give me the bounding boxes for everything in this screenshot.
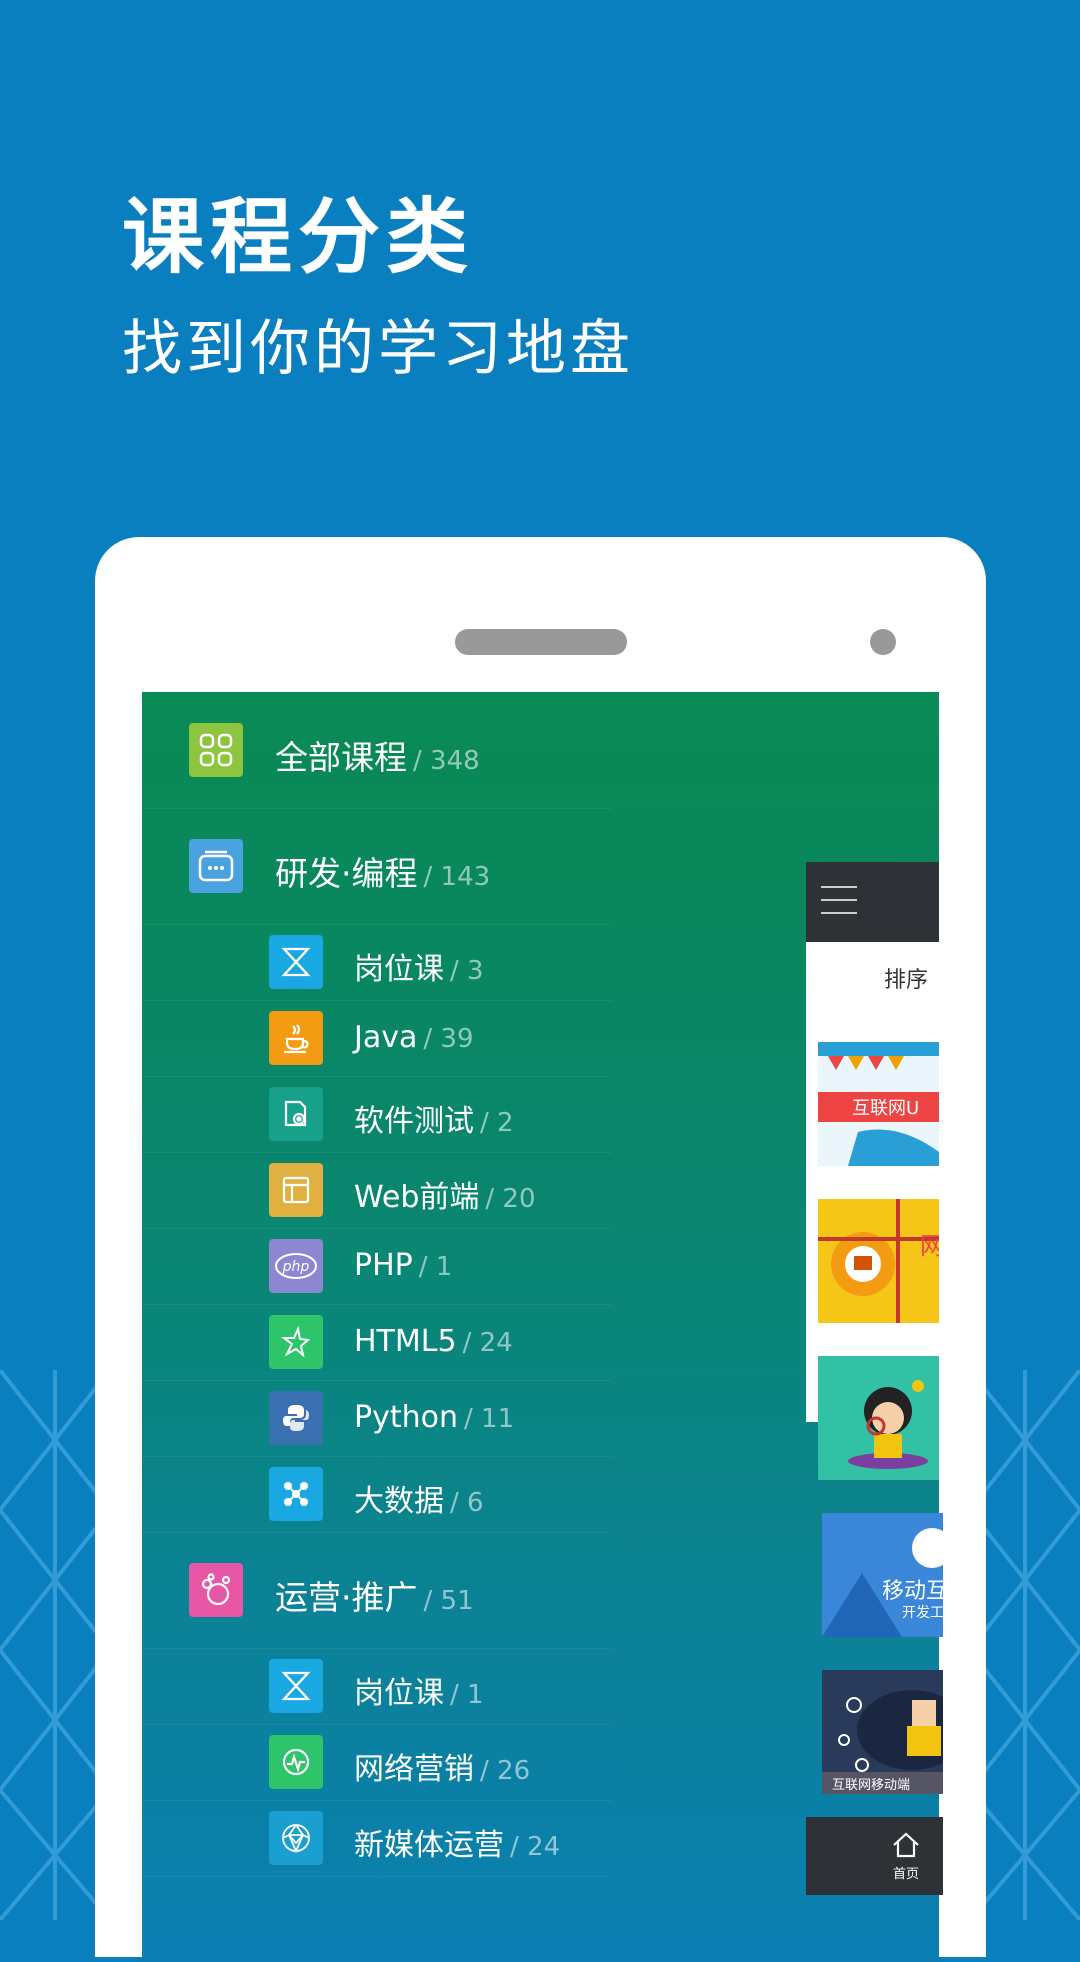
course-thumbnail[interactable]: 互联网移动端 — [822, 1670, 943, 1794]
thumbnail-caption: 移动互 — [882, 1579, 943, 1604]
hamburger-menu-icon[interactable] — [821, 886, 857, 918]
hero-subtitle: 找到你的学习地盘 — [122, 314, 634, 384]
layout-icon — [269, 1163, 323, 1217]
menu-subitem-job-course-ops[interactable]: 岗位课/ 1 — [142, 1648, 612, 1725]
menu-group-label: 研发·编程/ 143 — [275, 854, 491, 893]
nav-home-label: 首页 — [892, 1867, 919, 1882]
menu-subitem-html5[interactable]: HTML5/ 24 — [142, 1304, 612, 1381]
menu-item-label: 全部课程/ 348 — [275, 738, 480, 777]
star-icon — [269, 1315, 323, 1369]
menu-subitem-label: 网络营销/ 26 — [354, 1752, 531, 1787]
course-thumbnail[interactable]: 移动互 开发工 — [822, 1513, 943, 1637]
thumbnail-subcaption: 开发工 — [902, 1605, 943, 1621]
phone-speaker — [455, 629, 627, 655]
menu-subitem-software-testing[interactable]: 软件测试/ 2 — [142, 1076, 612, 1153]
menu-subitem-web-frontend[interactable]: Web前端/ 20 — [142, 1152, 612, 1229]
menu-group-dev[interactable]: 研发·编程/ 143 — [142, 808, 612, 925]
window-icon — [189, 839, 243, 893]
network-icon — [269, 1811, 323, 1865]
menu-subitem-label: 新媒体运营/ 24 — [354, 1828, 561, 1863]
panel-toolbar — [806, 862, 939, 942]
hero-title: 课程分类 — [122, 190, 475, 285]
hourglass-icon — [269, 935, 323, 989]
menu-subitem-label: 软件测试/ 2 — [354, 1104, 514, 1139]
menu-subitem-python[interactable]: Python/ 11 — [142, 1380, 612, 1457]
menu-group-operations[interactable]: 运营·推广/ 51 — [142, 1532, 612, 1649]
menu-subitem-label: 岗位课/ 1 — [354, 1676, 484, 1711]
menu-subitem-java[interactable]: Java/ 39 — [142, 1000, 612, 1077]
thumbnail-caption: 互联网U — [852, 1098, 919, 1119]
cluster-icon — [269, 1467, 323, 1521]
thumbnail-caption: 互联网移动端 — [832, 1778, 910, 1793]
nav-home[interactable]: 首页 — [886, 1831, 926, 1882]
menu-subitem-label: Python/ 11 — [354, 1400, 515, 1435]
thumbnail-caption: 网 — [920, 1232, 939, 1260]
menu-subitem-new-media[interactable]: 新媒体运营/ 24 — [142, 1800, 612, 1877]
course-thumbnail[interactable] — [818, 1356, 939, 1480]
menu-subitem-online-marketing[interactable]: 网络营销/ 26 — [142, 1724, 612, 1801]
test-doc-icon — [269, 1087, 323, 1141]
menu-subitem-label: PHP/ 1 — [354, 1248, 453, 1283]
menu-subitem-php[interactable]: php PHP/ 1 — [142, 1228, 612, 1305]
bubbles-icon — [189, 1563, 243, 1617]
sort-button[interactable]: 排序 — [884, 962, 928, 994]
lattice-pattern-right — [970, 1370, 1080, 1920]
coffee-cup-icon — [269, 1011, 323, 1065]
grid-icon — [189, 723, 243, 777]
menu-subitem-job-course[interactable]: 岗位课/ 3 — [142, 924, 612, 1001]
python-icon — [269, 1391, 323, 1445]
course-list-panel: 排序 互联网U 网 — [806, 862, 939, 1480]
svg-text:php: php — [282, 1259, 310, 1275]
menu-subitem-label: 大数据/ 6 — [354, 1484, 484, 1519]
menu-subitem-label: HTML5/ 24 — [354, 1324, 513, 1359]
bottom-navigation: 首页 — [806, 1817, 943, 1895]
course-thumbnail[interactable]: 互联网U — [818, 1042, 939, 1166]
menu-subitem-label: 岗位课/ 3 — [354, 952, 484, 987]
menu-item-all-courses[interactable]: 全部课程/ 348 — [142, 692, 612, 809]
hourglass-icon — [269, 1659, 323, 1713]
menu-subitem-label: Web前端/ 20 — [354, 1180, 536, 1215]
menu-subitem-label: Java/ 39 — [354, 1020, 474, 1055]
pulse-icon — [269, 1735, 323, 1789]
menu-subitem-big-data[interactable]: 大数据/ 6 — [142, 1456, 612, 1533]
menu-group-label: 运营·推广/ 51 — [275, 1578, 474, 1617]
php-icon: php — [269, 1239, 323, 1293]
phone-camera — [870, 629, 896, 655]
course-thumbnail[interactable]: 网 — [818, 1199, 939, 1323]
lattice-pattern-left — [0, 1370, 110, 1920]
home-icon — [893, 1832, 919, 1858]
